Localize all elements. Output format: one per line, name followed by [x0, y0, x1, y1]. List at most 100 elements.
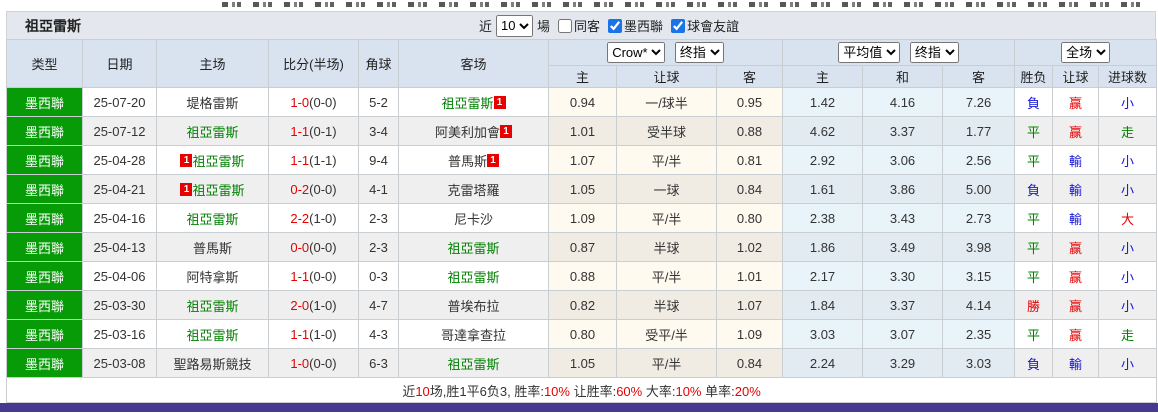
- same-away-checkbox[interactable]: [558, 18, 573, 33]
- home-team-link[interactable]: 祖亞雷斯: [186, 299, 238, 314]
- match-date: 25-03-08: [82, 348, 157, 378]
- away-team-link[interactable]: 普埃布拉: [447, 299, 499, 314]
- league-label[interactable]: 墨西聯: [25, 125, 64, 140]
- away-team-cell: 普埃布拉: [398, 290, 549, 320]
- clipped-text-marks: [222, 2, 1140, 7]
- away-team-link[interactable]: 尼卡沙: [454, 212, 493, 227]
- europe-home-odds: 2.92: [782, 145, 864, 175]
- europe-away-odds: 3.03: [942, 348, 1016, 378]
- match-date: 25-04-21: [82, 174, 157, 204]
- match-date: 25-04-06: [82, 261, 157, 291]
- handicap-away-odds: 1.07: [715, 290, 784, 320]
- club-friendly-checkbox[interactable]: [671, 18, 686, 33]
- redcard-badge: 1: [487, 153, 499, 167]
- corners-cell: 5-2: [358, 87, 399, 117]
- europe-away-odds: 1.77: [942, 116, 1016, 146]
- away-team-link[interactable]: 祖亞雷斯: [447, 241, 499, 256]
- match-count-select[interactable]: 10: [496, 14, 534, 37]
- away-team-cell: 哥達拿查拉: [398, 319, 549, 349]
- handicap-line: 一/球半: [616, 87, 717, 117]
- league-label[interactable]: 墨西聯: [25, 299, 64, 314]
- handicap-line: 平/半: [616, 145, 717, 175]
- corners-cell: 9-4: [358, 145, 399, 175]
- average-select[interactable]: 平均值: [838, 42, 901, 63]
- away-team-cell: 祖亞雷斯: [398, 232, 549, 262]
- corners-cell: 2-3: [358, 203, 399, 233]
- summary-part: 让胜率:: [569, 383, 617, 399]
- league-label[interactable]: 墨西聯: [25, 212, 64, 227]
- handicap-line: 受平/半: [616, 319, 717, 349]
- away-team-link[interactable]: 普馬斯: [448, 154, 487, 169]
- home-team-link[interactable]: 祖亞雷斯: [186, 125, 238, 140]
- league-label[interactable]: 墨西聯: [25, 154, 64, 169]
- mexico-league-checkbox[interactable]: [608, 18, 623, 33]
- page-title: 祖亞雷斯: [25, 17, 81, 34]
- league-label[interactable]: 墨西聯: [25, 96, 64, 111]
- table-row: 墨西聯 25-07-12 祖亞雷斯 1-1(0-1) 3-4 阿美利加會 1 1.…: [6, 116, 1158, 146]
- europe-draw-odds: 3.29: [862, 348, 944, 378]
- league-label[interactable]: 墨西聯: [25, 241, 64, 256]
- league-label[interactable]: 墨西聯: [25, 270, 64, 285]
- league-cell[interactable]: 墨西聯: [6, 232, 83, 262]
- subcol-hcap-line: 让球: [616, 65, 717, 88]
- bookmaker-select[interactable]: Crow*: [607, 42, 666, 63]
- away-team-link[interactable]: 祖亞雷斯: [441, 96, 493, 111]
- result-wdl: 平: [1014, 116, 1054, 146]
- home-team-link[interactable]: 祖亞雷斯: [186, 328, 238, 343]
- match-date: 25-04-13: [82, 232, 157, 262]
- summary-row: 近10场,胜1平6负3, 胜率:10% 让胜率:60% 大率:10% 单率:20…: [5, 377, 1158, 403]
- corners-cell: 2-3: [358, 232, 399, 262]
- home-team-cell: 祖亞雷斯: [156, 290, 269, 320]
- handicap-away-odds: 1.09: [715, 319, 784, 349]
- match-table-body: 墨西聯 25-07-20 堤格雷斯 1-0(0-0) 5-2 祖亞雷斯 1 0.9…: [6, 87, 1158, 378]
- away-team-link[interactable]: 祖亞雷斯: [447, 357, 499, 372]
- europe-home-odds: 1.42: [782, 87, 864, 117]
- league-cell[interactable]: 墨西聯: [6, 261, 83, 291]
- home-team-link[interactable]: 堤格雷斯: [186, 96, 238, 111]
- subcol-euro-home: 主: [782, 65, 864, 88]
- home-team-link[interactable]: 祖亞雷斯: [192, 183, 244, 198]
- away-team-link[interactable]: 哥達拿查拉: [441, 328, 506, 343]
- europe-draw-odds: 4.16: [862, 87, 944, 117]
- fulltime-score: 0-2: [290, 181, 310, 197]
- same-away-filter[interactable]: 同客: [558, 16, 600, 35]
- league-label[interactable]: 墨西聯: [25, 328, 64, 343]
- europe-final-select[interactable]: 终指: [909, 42, 959, 63]
- home-team-link[interactable]: 聖路易斯競技: [173, 357, 251, 372]
- league-cell[interactable]: 墨西聯: [6, 174, 83, 204]
- handicap-line: 一球: [616, 174, 717, 204]
- away-team-link[interactable]: 祖亞雷斯: [447, 270, 499, 285]
- result-goals: 小: [1098, 145, 1158, 175]
- scope-select[interactable]: 全场: [1061, 42, 1111, 63]
- league-cell[interactable]: 墨西聯: [6, 290, 83, 320]
- away-team-cell: 祖亞雷斯: [398, 261, 549, 291]
- home-team-link[interactable]: 祖亞雷斯: [192, 154, 244, 169]
- away-team-cell: 克雷塔羅: [398, 174, 549, 204]
- fulltime-score: 1-1: [290, 123, 310, 139]
- result-group-header: 全场: [1014, 39, 1158, 66]
- home-team-link[interactable]: 普馬斯: [193, 241, 232, 256]
- home-team-link[interactable]: 阿特拿斯: [186, 270, 238, 285]
- league-label[interactable]: 墨西聯: [25, 183, 64, 198]
- handicap-final-select[interactable]: 终指: [674, 42, 724, 63]
- away-team-cell: 祖亞雷斯 1: [398, 87, 549, 117]
- league-cell[interactable]: 墨西聯: [6, 319, 83, 349]
- result-goals: 大: [1098, 203, 1158, 233]
- league-cell[interactable]: 墨西聯: [6, 87, 83, 117]
- europe-draw-odds: 3.06: [862, 145, 944, 175]
- league-label[interactable]: 墨西聯: [25, 357, 64, 372]
- league-cell[interactable]: 墨西聯: [6, 145, 83, 175]
- club-friendly-filter[interactable]: 球會友誼: [671, 16, 739, 35]
- away-team-cell: 普馬斯 1: [398, 145, 549, 175]
- europe-away-odds: 3.98: [942, 232, 1016, 262]
- away-team-link[interactable]: 阿美利加會: [435, 125, 500, 140]
- subcol-hcap-away: 客: [715, 65, 784, 88]
- league-cell[interactable]: 墨西聯: [6, 203, 83, 233]
- away-team-link[interactable]: 克雷塔羅: [447, 183, 499, 198]
- mexico-league-filter[interactable]: 墨西聯: [608, 16, 663, 35]
- handicap-line: 平/半: [616, 261, 717, 291]
- league-cell[interactable]: 墨西聯: [6, 348, 83, 378]
- league-cell[interactable]: 墨西聯: [6, 116, 83, 146]
- home-team-cell: 1 祖亞雷斯: [156, 174, 269, 204]
- home-team-link[interactable]: 祖亞雷斯: [186, 212, 238, 227]
